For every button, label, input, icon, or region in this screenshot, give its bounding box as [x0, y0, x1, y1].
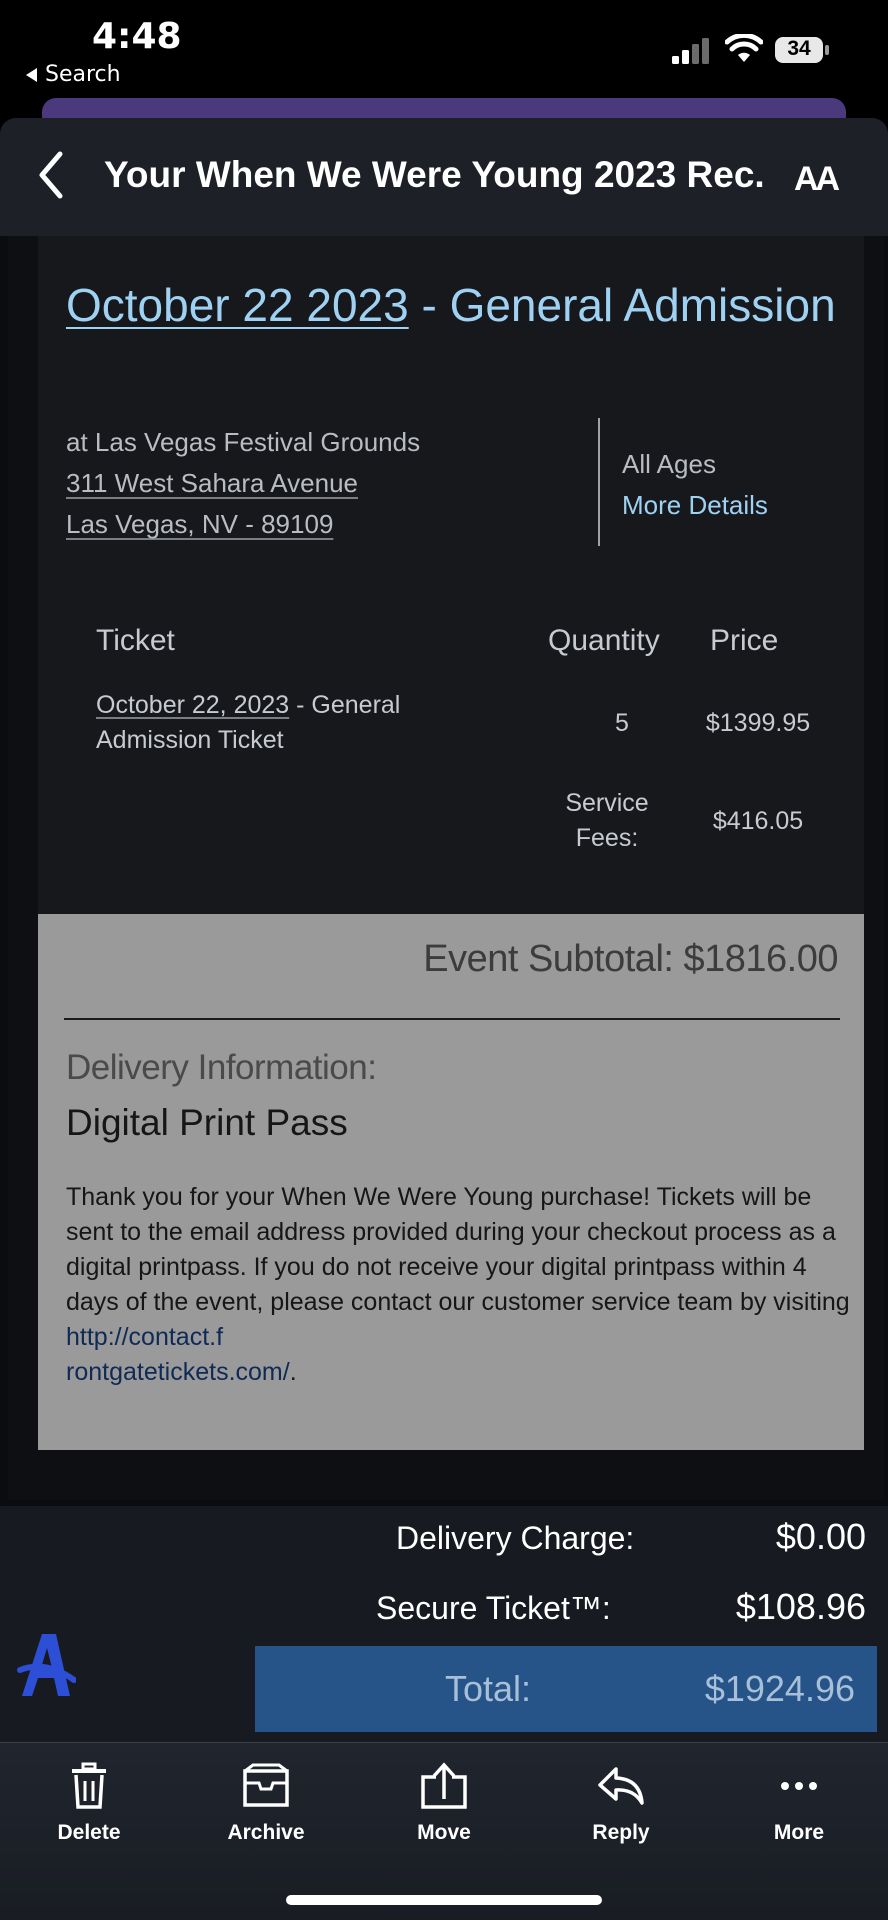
reply-label: Reply	[592, 1821, 650, 1844]
delete-label: Delete	[57, 1821, 121, 1844]
more-dots-icon	[781, 1782, 817, 1790]
ticket-name: October 22, 2023 - General Admission Tic…	[96, 688, 456, 758]
ticket-quantity: 5	[615, 709, 629, 737]
vertical-divider	[598, 418, 600, 546]
address-line-1[interactable]: 311 West Sahara Avenue	[66, 463, 420, 504]
archive-icon	[243, 1763, 289, 1807]
brand-logo-icon	[17, 1634, 76, 1696]
delivery-charge-label: Delivery Charge:	[396, 1520, 635, 1556]
more-label: More	[773, 1821, 825, 1844]
move-label: Move	[417, 1821, 471, 1844]
status-time: 4:48	[92, 16, 182, 57]
move-icon	[421, 1762, 467, 1809]
delivery-message-text: Thank you for your When We Were Young pu…	[66, 1183, 850, 1316]
event-title-rest: - General Admission	[408, 279, 836, 331]
home-indicator[interactable]	[286, 1895, 602, 1905]
delivery-message-end: .	[289, 1358, 297, 1386]
venue-name: at Las Vegas Festival Grounds	[66, 427, 421, 457]
event-details-section: October 22 2023 - General Admission at L…	[38, 236, 864, 914]
event-date-link[interactable]: October 22 2023	[66, 279, 409, 331]
contact-link-part-1[interactable]: http://contact.f	[66, 1323, 223, 1351]
back-triangle-icon	[26, 67, 37, 82]
text-size-label: AA	[794, 160, 840, 198]
secure-ticket-label: Secure Ticket™:	[376, 1590, 611, 1626]
ticket-price: $1399.95	[705, 709, 811, 737]
event-subtotal: Event Subtotal: $1816.00	[423, 938, 838, 980]
email-body[interactable]: October 22 2023 - General Admission at L…	[0, 236, 888, 1506]
move-button[interactable]: Move	[374, 1761, 514, 1845]
ages-block: All Ages More Details	[622, 444, 768, 526]
secure-ticket-value: $108.96	[735, 1586, 866, 1627]
address-line-2[interactable]: Las Vegas, NV - 89109	[66, 504, 420, 545]
service-fees-label: Service Fees:	[565, 789, 649, 852]
contact-link-part-2[interactable]: rontgatetickets.com/	[66, 1358, 290, 1386]
delete-button[interactable]: Delete	[19, 1761, 159, 1845]
email-subject: Your When We Were Young 2023 Rec...	[104, 154, 764, 195]
reply-button[interactable]: Reply	[551, 1761, 691, 1845]
back-to-search-link[interactable]: Search	[26, 62, 121, 87]
battery-level: 34	[787, 37, 811, 60]
wifi-icon	[725, 34, 763, 62]
trash-icon	[72, 1762, 106, 1809]
back-chevron-icon[interactable]	[34, 148, 68, 202]
more-details-link[interactable]: More Details	[622, 485, 768, 526]
reply-icon	[598, 1767, 644, 1805]
total-label: Total:	[445, 1668, 532, 1709]
age-restriction: All Ages	[622, 449, 716, 479]
email-nav-bar: Your When We Were Young 2023 Rec... AA	[0, 118, 888, 236]
bottom-toolbar: Delete Archive Move Reply More	[0, 1742, 888, 1920]
total-bar: Total: $1924.96	[255, 1646, 877, 1732]
header-price: Price	[710, 624, 779, 657]
section-divider	[64, 1018, 840, 1020]
delivery-info-heading: Delivery Information:	[66, 1048, 377, 1087]
service-fees-value: $416.05	[712, 807, 804, 835]
header-ticket: Ticket	[96, 624, 175, 657]
event-title: October 22 2023 - General Admission	[66, 270, 846, 340]
text-size-button[interactable]: AA	[794, 160, 840, 199]
archive-button[interactable]: Archive	[196, 1761, 336, 1845]
more-button[interactable]: More	[729, 1761, 869, 1845]
back-search-label: Search	[45, 62, 121, 87]
delivery-message: Thank you for your When We Were Young pu…	[66, 1180, 856, 1390]
cellular-signal-icon	[672, 38, 709, 64]
status-bar: 4:48 Search 34	[0, 0, 888, 100]
order-totals: Delivery Charge: $0.00 Secure Ticket™: $…	[0, 1506, 888, 1742]
delivery-section: Event Subtotal: $1816.00 Delivery Inform…	[38, 914, 864, 1450]
delivery-charge-value: $0.00	[775, 1516, 866, 1557]
delivery-method: Digital Print Pass	[66, 1102, 348, 1143]
email-card: October 22 2023 - General Admission at L…	[8, 236, 884, 1500]
venue-block: at Las Vegas Festival Grounds 311 West S…	[66, 422, 420, 545]
total-value: $1924.96	[704, 1668, 855, 1709]
battery-icon: 34	[774, 36, 830, 64]
ticket-date-link[interactable]: October 22, 2023	[96, 691, 289, 719]
archive-label: Archive	[227, 1821, 305, 1844]
header-quantity: Quantity	[548, 624, 660, 657]
